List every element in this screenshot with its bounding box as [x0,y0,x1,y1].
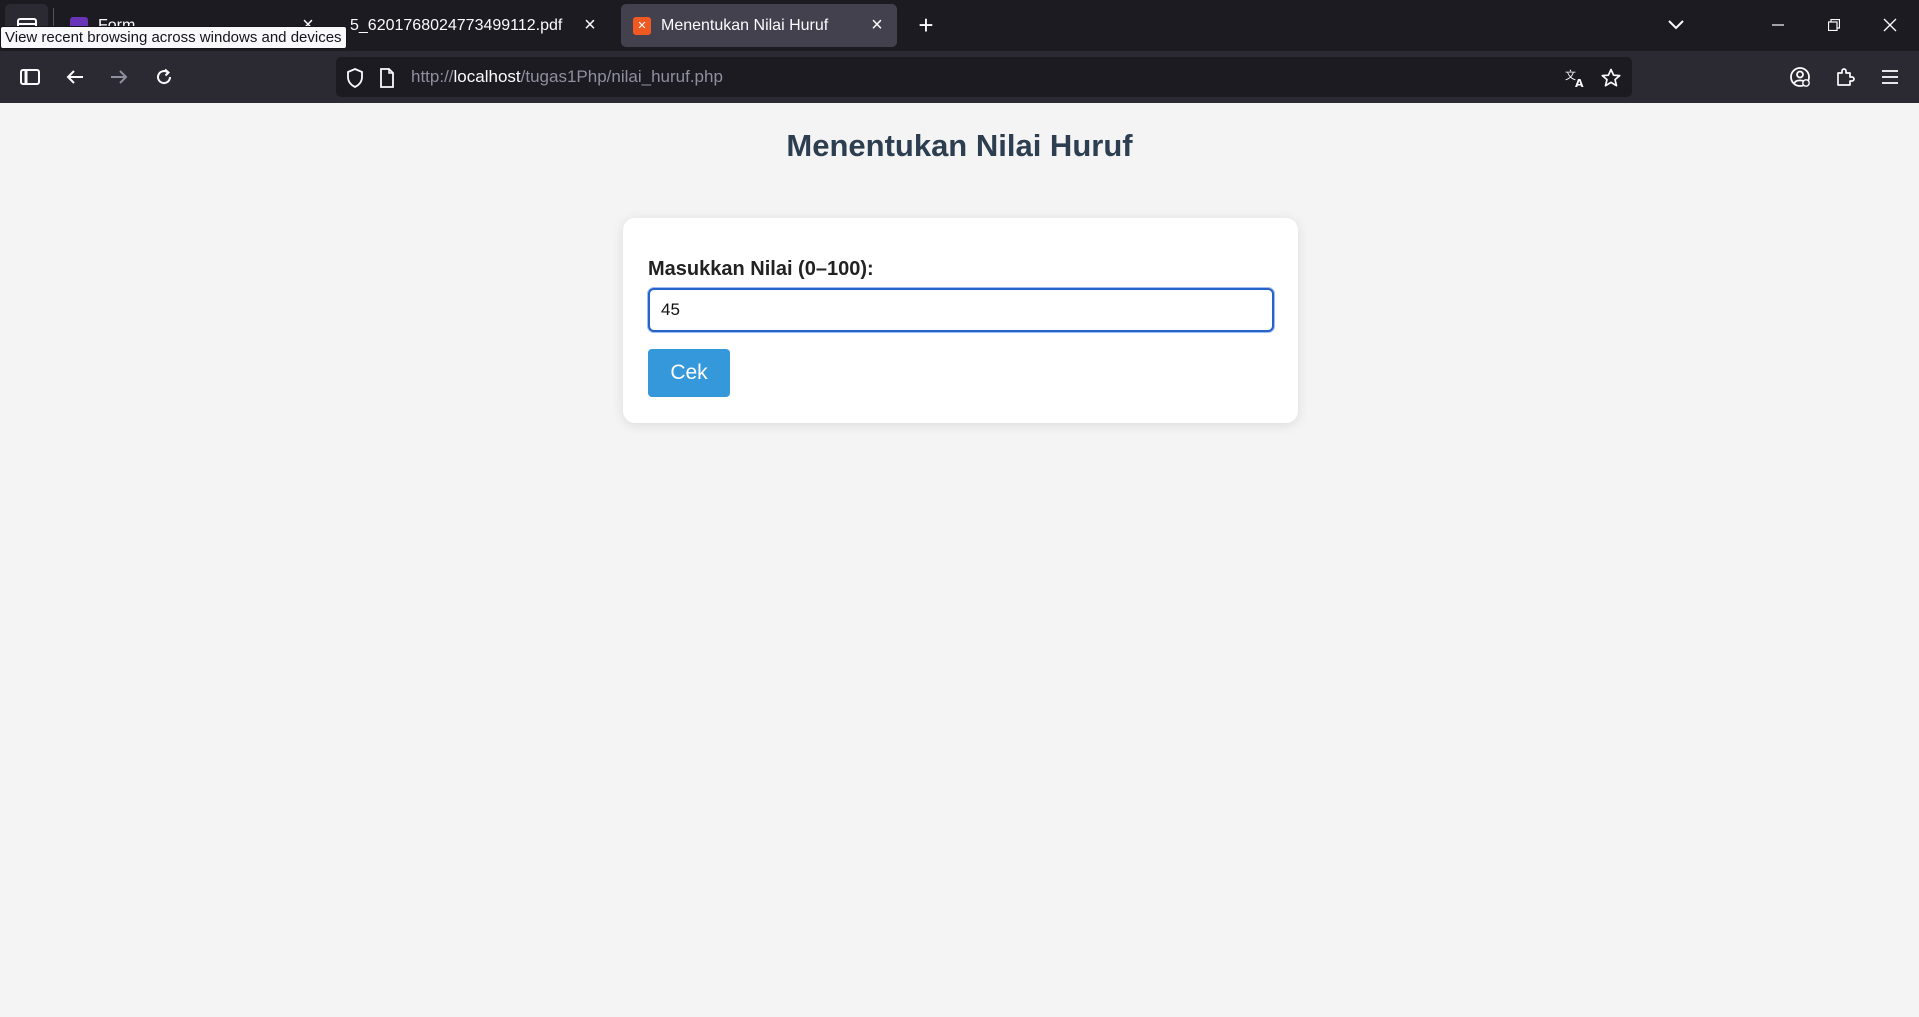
bookmark-star-icon[interactable] [1600,67,1622,89]
back-button[interactable] [57,59,93,95]
nilai-input[interactable] [648,288,1274,332]
app-menu-button[interactable] [1872,59,1908,95]
url-path: /tugas1Php/nilai_huruf.php [520,67,723,86]
reload-button[interactable] [146,59,182,95]
reload-icon [157,68,172,85]
tab-menentukan-nilai-huruf[interactable]: ✕ Menentukan Nilai Huruf × [621,4,897,47]
nilai-field-label: Masukkan Nilai (0–100): [648,258,874,280]
arrow-left-icon [66,70,83,84]
chevron-down-icon [1668,20,1684,30]
tab-label: 5_6201768024773499112.pdf [350,16,563,34]
tab-close-icon[interactable]: × [865,14,889,38]
list-all-tabs-button[interactable] [1660,8,1692,42]
page-info-icon[interactable] [376,67,398,89]
grade-form-card: Masukkan Nilai (0–100): Cek [623,218,1298,423]
plus-icon: + [918,9,934,40]
translate-icon[interactable]: 文A [1565,67,1587,89]
url-text[interactable]: http://localhost/tugas1Php/nilai_huruf.p… [411,57,723,97]
arrow-right-icon [111,70,128,84]
url-scheme: http:// [411,67,454,86]
account-button[interactable] [1782,59,1818,95]
close-icon [1883,18,1897,32]
minimize-icon [1772,24,1784,26]
tab-pdf[interactable]: 5_6201768024773499112.pdf × [340,4,610,47]
nav-toolbar: http://localhost/tugas1Php/nilai_huruf.p… [0,51,1919,103]
restore-icon [1828,19,1840,31]
svg-text:A: A [1575,77,1584,88]
cek-button[interactable]: Cek [648,349,730,397]
extensions-button[interactable] [1827,59,1863,95]
sidebar-toggle-button[interactable] [12,59,48,95]
forward-button[interactable] [101,59,137,95]
tab-close-icon[interactable]: × [578,14,602,38]
page-title: Menentukan Nilai Huruf [786,128,1133,163]
shield-icon[interactable] [344,67,366,89]
new-tab-button[interactable]: + [910,8,942,42]
account-icon [1790,67,1810,87]
tooltip: View recent browsing across windows and … [0,26,347,49]
url-bar[interactable]: http://localhost/tugas1Php/nilai_huruf.p… [336,57,1632,97]
url-host: localhost [453,67,521,86]
xampp-favicon-icon: ✕ [633,16,651,35]
tab-label: Menentukan Nilai Huruf [661,16,829,34]
sidebar-icon [20,69,40,85]
close-window-button[interactable] [1862,0,1918,50]
minimize-button[interactable] [1750,0,1806,50]
hamburger-menu-icon [1882,70,1898,84]
puzzle-icon [1837,68,1855,86]
restore-button[interactable] [1806,0,1862,50]
